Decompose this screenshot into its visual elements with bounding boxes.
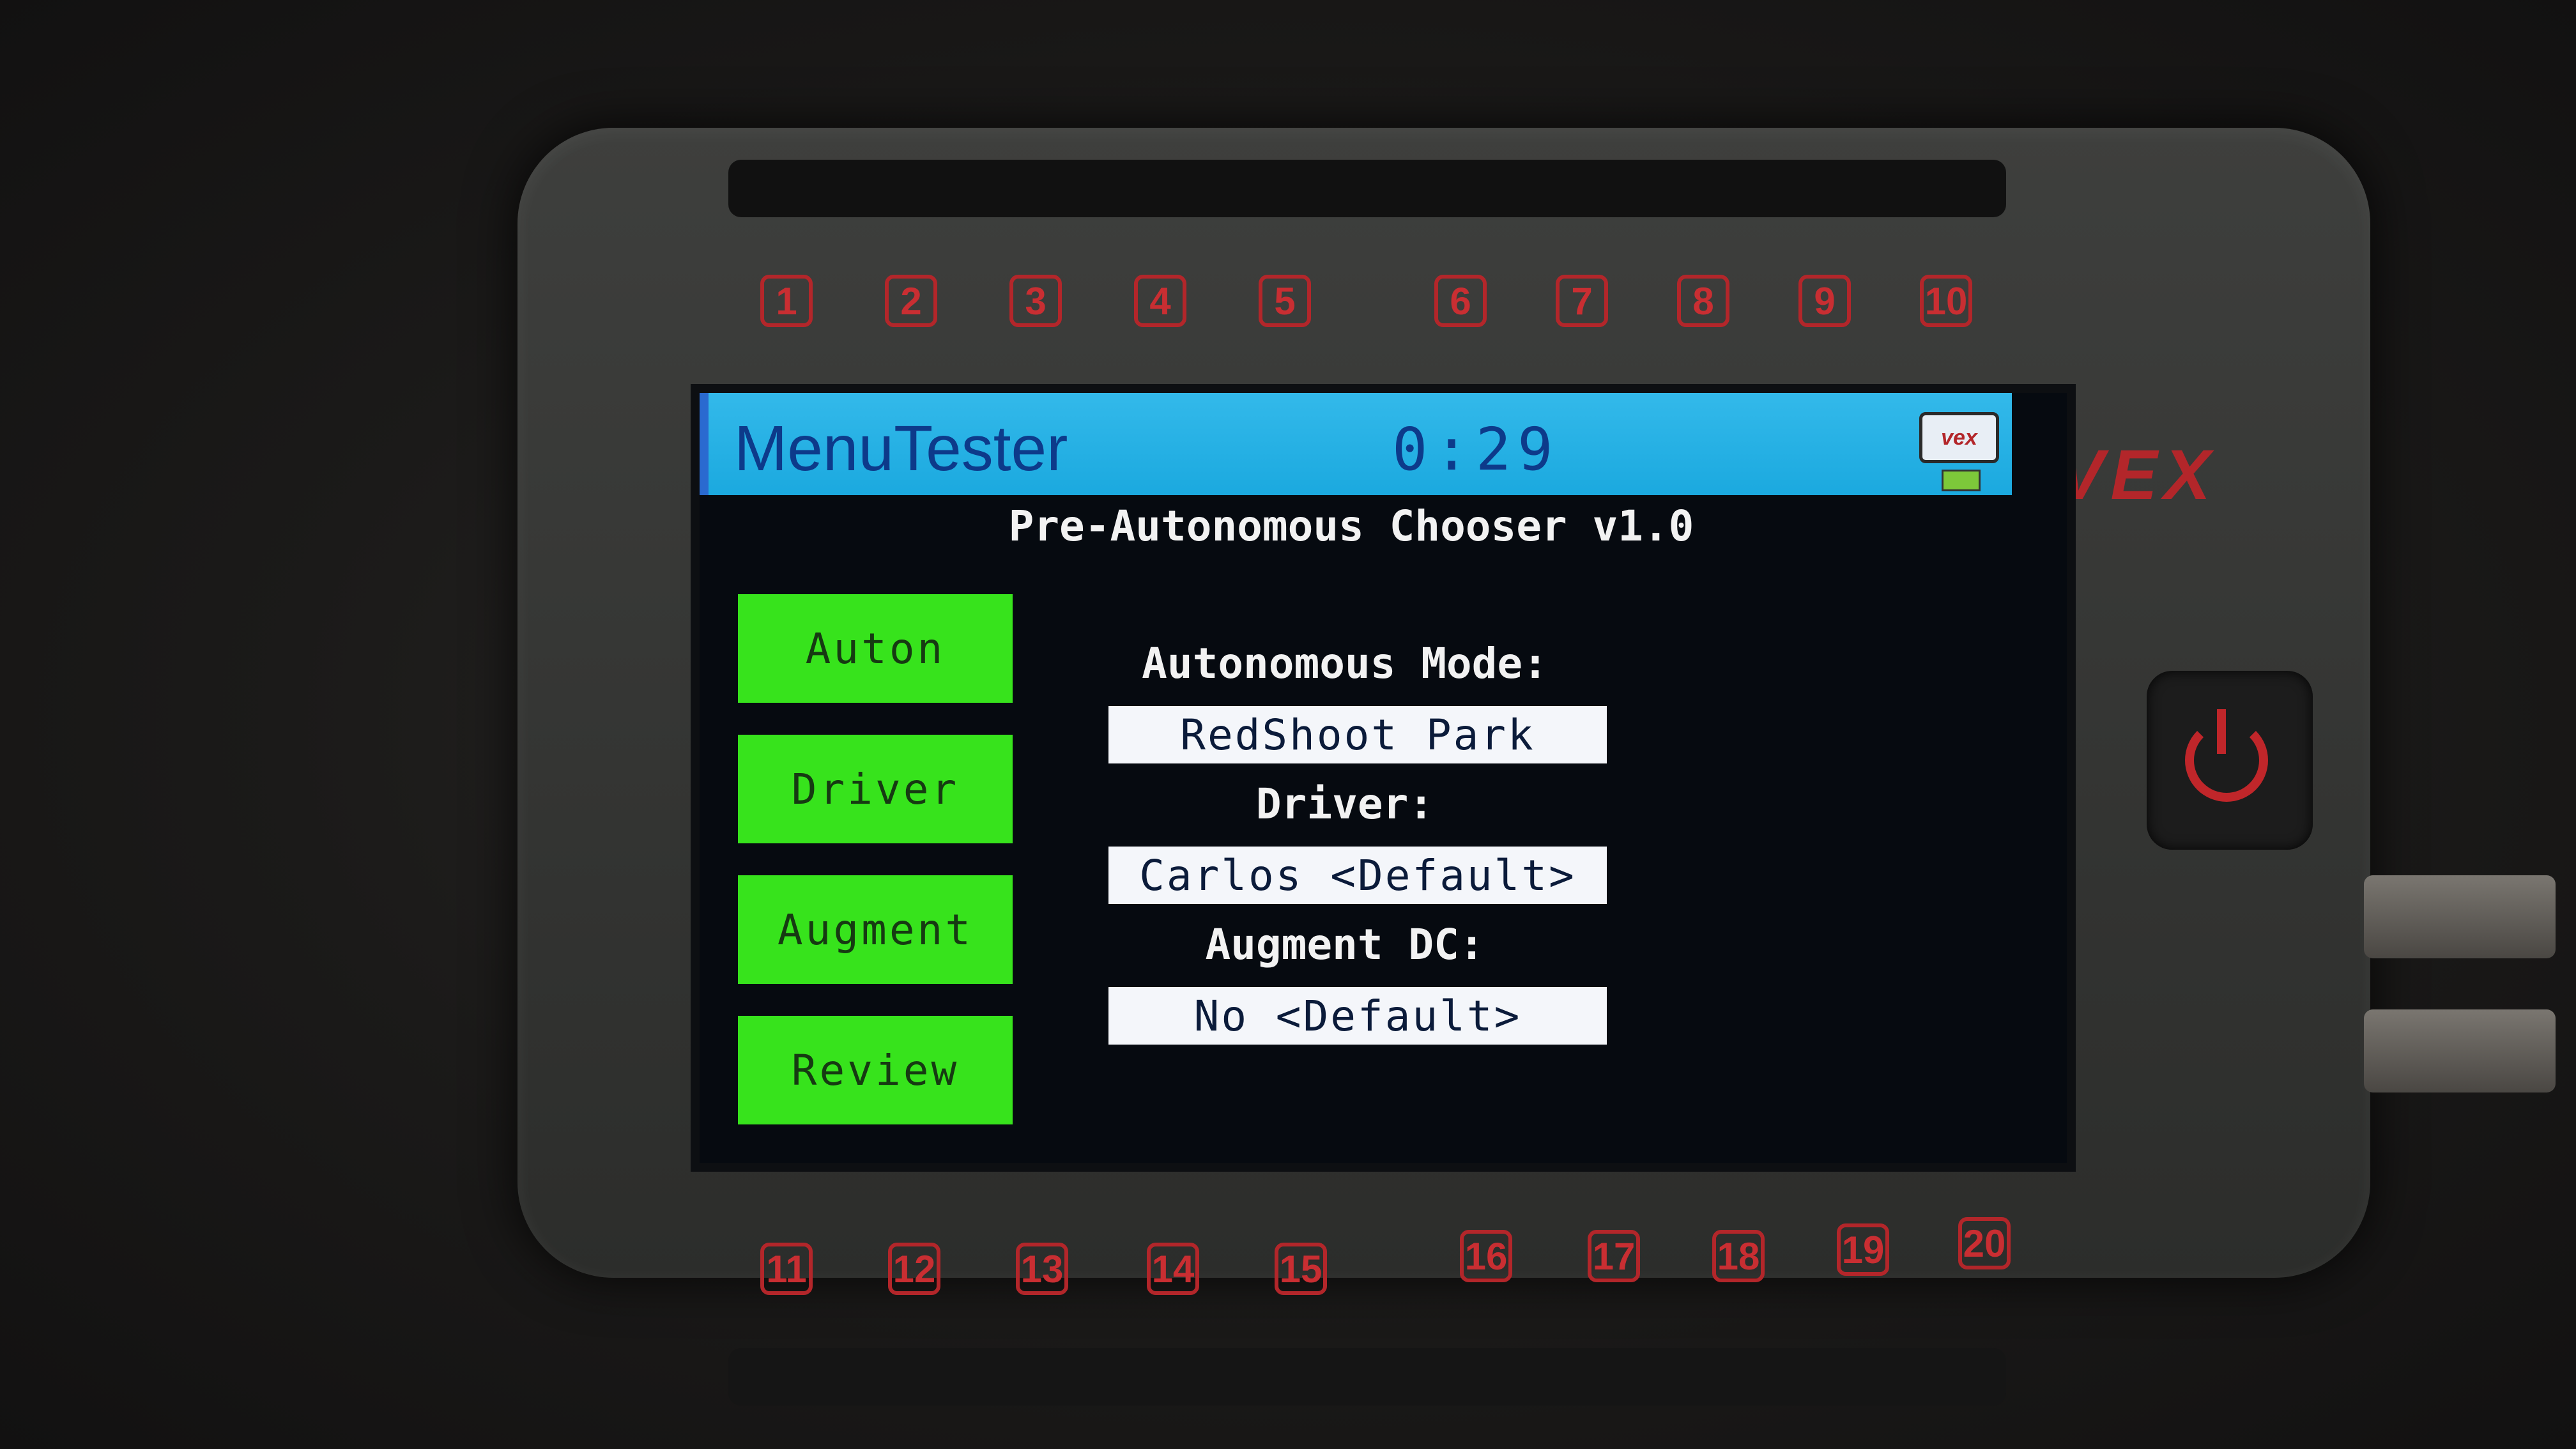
- power-button[interactable]: [2147, 671, 2313, 850]
- vex-badge-icon[interactable]: vex: [1919, 412, 1999, 463]
- cable-connector: [2364, 875, 2556, 958]
- port-label-5: 5: [1259, 275, 1311, 327]
- review-button[interactable]: Review: [738, 1016, 1013, 1124]
- port-label-15: 15: [1275, 1243, 1327, 1295]
- port-label-6: 6: [1434, 275, 1487, 327]
- port-label-4: 4: [1134, 275, 1186, 327]
- port-label-13: 13: [1016, 1243, 1068, 1295]
- port-label-2: 2: [885, 275, 937, 327]
- port-label-14: 14: [1147, 1243, 1199, 1295]
- port-label-3: 3: [1009, 275, 1062, 327]
- augment-dc-value: No <Default>: [1108, 987, 1607, 1045]
- port-label-19: 19: [1837, 1223, 1889, 1276]
- port-label-10: 10: [1920, 275, 1972, 327]
- clock: 0:29: [1392, 415, 1560, 484]
- power-icon: [2185, 719, 2268, 802]
- port-label-1: 1: [760, 275, 813, 327]
- port-label-17: 17: [1588, 1230, 1640, 1282]
- top-port-strip: [728, 160, 2006, 217]
- driver-button[interactable]: Driver: [738, 735, 1013, 843]
- vex-logo: VEX: [2057, 436, 2218, 514]
- augment-button[interactable]: Augment: [738, 875, 1013, 984]
- auton-button[interactable]: Auton: [738, 594, 1013, 703]
- driver-label: Driver:: [1255, 779, 1434, 829]
- driver-value: Carlos <Default>: [1108, 847, 1607, 904]
- port-label-16: 16: [1460, 1230, 1512, 1282]
- port-label-18: 18: [1712, 1230, 1765, 1282]
- augment-dc-label: Augment DC:: [1205, 920, 1485, 969]
- app-name: MenuTester: [734, 413, 1068, 484]
- port-label-7: 7: [1556, 275, 1608, 327]
- autonomous-mode-label: Autonomous Mode:: [1142, 639, 1548, 688]
- bottom-port-strip: [728, 1348, 2006, 1406]
- port-label-11: 11: [760, 1243, 813, 1295]
- port-label-12: 12: [888, 1243, 940, 1295]
- screen-title: Pre-Autonomous Chooser v1.0: [1008, 502, 1694, 551]
- battery-icon: [1942, 470, 1981, 491]
- port-label-8: 8: [1677, 275, 1729, 327]
- autonomous-mode-value: RedShoot Park: [1108, 706, 1607, 763]
- port-label-9: 9: [1798, 275, 1851, 327]
- port-label-20: 20: [1958, 1217, 2011, 1269]
- lcd-screen: MenuTester 0:29 vex Pre-Autonomous Choos…: [700, 393, 2067, 1163]
- title-bar: MenuTester 0:29 vex: [700, 393, 2012, 495]
- cable-connector: [2364, 1009, 2556, 1092]
